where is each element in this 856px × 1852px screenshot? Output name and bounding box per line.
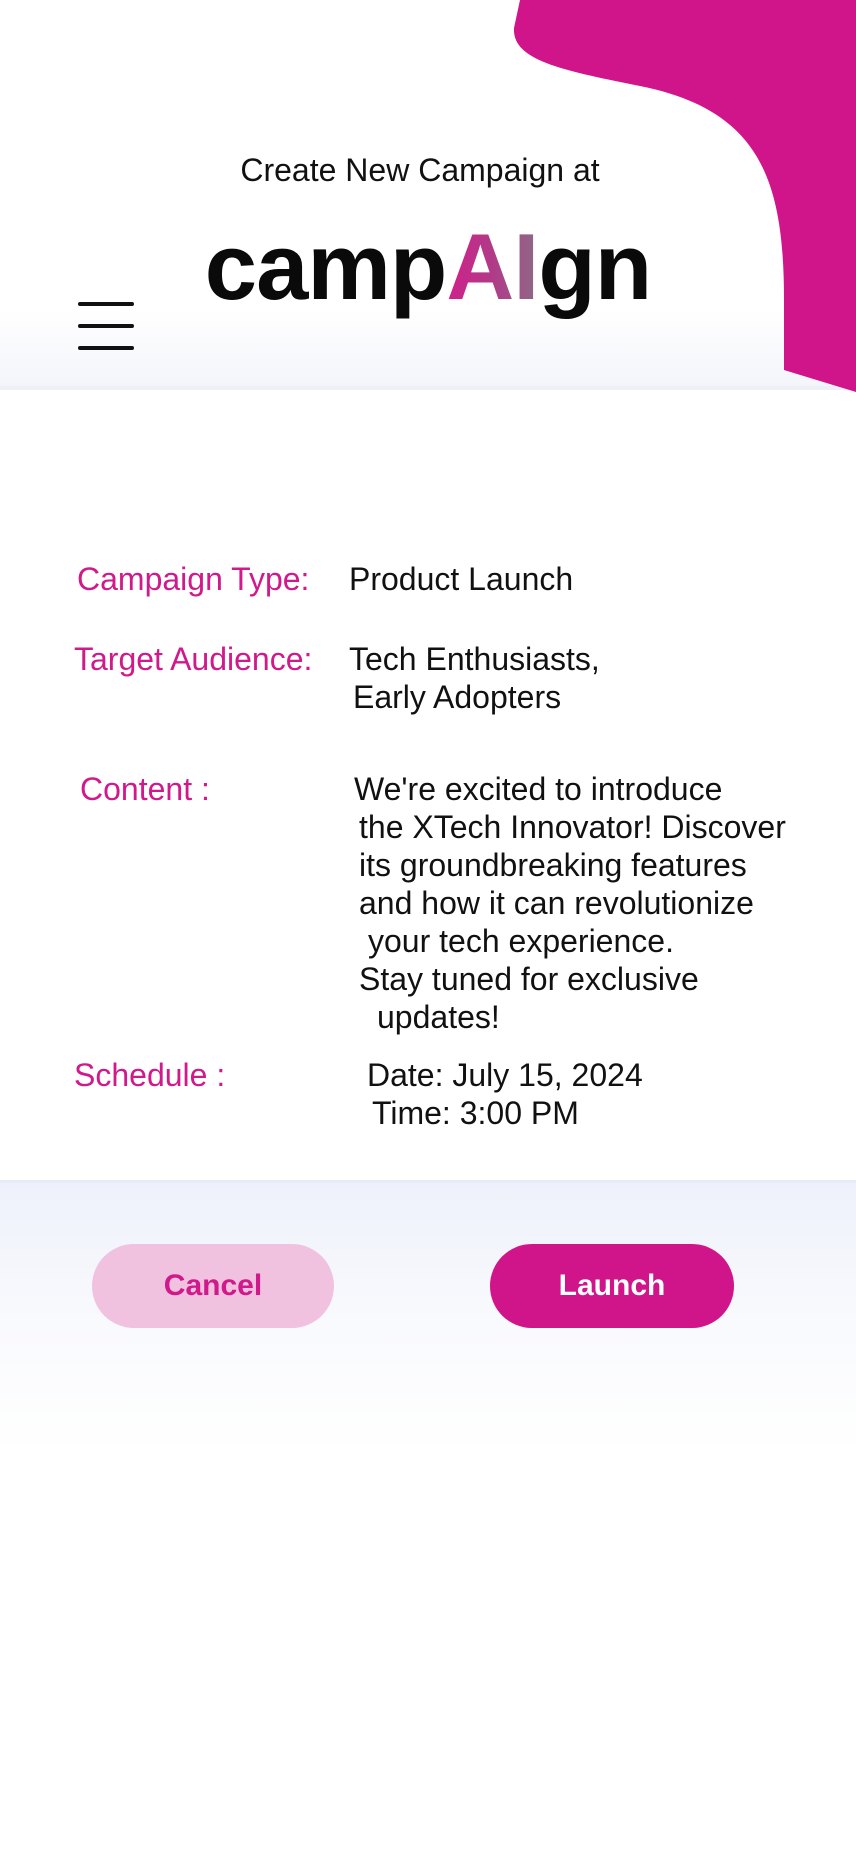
header-subtitle: Create New Campaign at <box>240 152 600 188</box>
content-line: its groundbreaking features <box>359 847 747 883</box>
target-audience-line: Tech Enthusiasts, <box>349 641 600 677</box>
menu-bar-bottom <box>78 346 134 350</box>
content-label: Content : <box>80 771 210 807</box>
schedule-time: Time: 3:00 PM <box>372 1095 579 1131</box>
cancel-button[interactable]: Cancel <box>92 1244 334 1328</box>
content-line: your tech experience. <box>368 923 674 959</box>
schedule-label: Schedule : <box>74 1057 226 1093</box>
launch-button[interactable]: Launch <box>490 1244 734 1328</box>
content-line: We're excited to introduce <box>354 771 723 807</box>
target-audience-line: Early Adopters <box>353 679 562 715</box>
target-audience-label: Target Audience: <box>74 641 313 677</box>
content-line: and how it can revolutionize <box>359 885 754 921</box>
campaign-type-value: Product Launch <box>349 561 574 597</box>
content-line: the XTech Innovator! Discover <box>359 809 786 845</box>
hamburger-menu-icon[interactable] <box>78 302 134 350</box>
campaign-preview-screen: Create New Campaign at campAIgn Campaign… <box>0 0 856 1852</box>
logo-text-ai: AI <box>446 214 539 319</box>
header: Create New Campaign at campAIgn <box>0 0 856 392</box>
menu-bar-top <box>78 302 134 306</box>
logo-text-gn: gn <box>538 214 652 319</box>
content-line: updates! <box>377 999 500 1035</box>
content-line: Stay tuned for exclusive <box>359 961 699 997</box>
menu-bar-middle <box>78 324 134 328</box>
logo-text-camp: camp <box>204 214 448 319</box>
campaign-type-label: Campaign Type: <box>77 561 310 597</box>
schedule-date: Date: July 15, 2024 <box>367 1057 643 1093</box>
